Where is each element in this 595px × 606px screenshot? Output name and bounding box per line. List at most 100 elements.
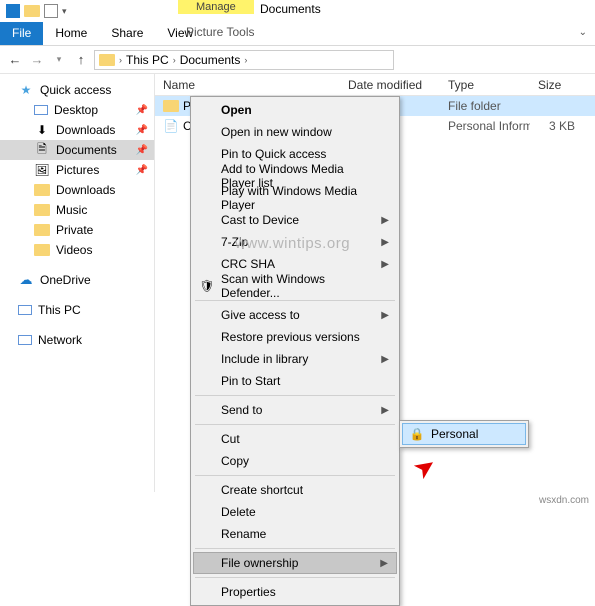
network-icon [18,335,32,345]
folder-icon [34,224,50,236]
ctx-personal[interactable]: 🔒 Personal [402,423,526,445]
back-button[interactable]: ← [6,52,24,67]
chevron-right-icon: ▶ [380,558,388,569]
ctx-cut[interactable]: Cut [193,428,397,450]
pin-icon: 📌 [136,125,148,136]
sidebar-item-private[interactable]: Private [0,220,154,240]
separator [195,548,395,549]
sidebar-item-videos[interactable]: Videos [0,240,154,260]
sidebar-item-quick-access[interactable]: ★ Quick access [0,80,154,100]
chevron-right-icon: ▶ [381,405,389,416]
sidebar-item-pictures[interactable]: 🖼 Pictures 📌 [0,160,154,180]
app-icon [6,4,20,18]
cloud-icon: ☁ [18,273,34,287]
ctx-properties[interactable]: Properties [193,581,397,603]
ctx-file-ownership[interactable]: File ownership▶ [193,552,397,574]
desktop-icon [34,105,48,115]
qat-dropdown-icon[interactable]: ▾ [62,6,67,17]
tab-share[interactable]: Share [99,22,155,45]
ctx-rename[interactable]: Rename [193,523,397,545]
sidebar-item-label: Documents [56,143,117,157]
ctx-delete[interactable]: Delete [193,501,397,523]
address-bar: ← → ▾ ↑ › This PC › Documents › [0,46,595,74]
lock-icon: 🔒 [409,427,425,441]
sidebar-item-label: Private [56,223,93,237]
chevron-right-icon: ▶ [381,259,389,270]
pin-icon: 📌 [136,145,148,156]
sidebar-item-network[interactable]: Network [0,330,154,350]
sidebar-item-label: This PC [38,303,81,317]
chevron-right-icon[interactable]: › [173,55,176,65]
download-icon: ⬇ [34,123,50,137]
file-type: File folder [440,99,530,113]
folder-icon [163,100,179,112]
sidebar-item-label: Downloads [56,183,115,197]
breadcrumb[interactable]: › This PC › Documents › [94,50,394,70]
ctx-create-shortcut[interactable]: Create shortcut [193,479,397,501]
window-title: Documents [260,2,321,16]
ctx-pin-start[interactable]: Pin to Start [193,370,397,392]
sidebar-item-label: Downloads [56,123,115,137]
column-size[interactable]: Size [530,78,595,92]
chevron-right-icon[interactable]: › [244,55,247,65]
chevron-right-icon: ▶ [381,237,389,248]
forward-button[interactable]: → [28,52,46,67]
pin-icon: 📌 [136,105,148,116]
separator [195,395,395,396]
breadcrumb-documents[interactable]: Documents [180,53,241,67]
folder-icon [99,54,115,66]
column-name[interactable]: Name [155,78,340,92]
recent-dropdown-icon[interactable]: ▾ [50,54,68,65]
ctx-give-access[interactable]: Give access to▶ [193,304,397,326]
sidebar-item-label: Network [38,333,82,347]
up-button[interactable]: ↑ [72,52,90,67]
ctx-scan-defender[interactable]: 🛡Scan with Windows Defender... [193,275,397,297]
sidebar-item-label: OneDrive [40,273,91,287]
context-submenu: 🔒 Personal [399,420,529,448]
separator [195,424,395,425]
navigation-pane: ★ Quick access Desktop 📌 ⬇ Downloads 📌 🗎… [0,74,155,492]
cert-icon: 📄 [163,119,179,133]
folder-icon [34,204,50,216]
footer-brand: wsxdn.com [539,495,589,506]
sidebar-item-music[interactable]: Music [0,200,154,220]
chevron-right-icon: ▶ [381,354,389,365]
ribbon-tabs: File Home Share View [0,22,595,46]
file-size: 3 KB [530,119,595,133]
column-date[interactable]: Date modified [340,78,440,92]
tool-tab[interactable]: Picture Tools [178,22,262,42]
ctx-cast-to-device[interactable]: Cast to Device▶ [193,209,397,231]
documents-icon: 🗎 [34,143,50,157]
ctx-include-library[interactable]: Include in library▶ [193,348,397,370]
ctx-restore-versions[interactable]: Restore previous versions [193,326,397,348]
ctx-send-to[interactable]: Send to▶ [193,399,397,421]
breadcrumb-thispc[interactable]: This PC [126,53,169,67]
sidebar-item-thispc[interactable]: This PC [0,300,154,320]
sidebar-item-onedrive[interactable]: ☁ OneDrive [0,270,154,290]
sidebar-item-desktop[interactable]: Desktop 📌 [0,100,154,120]
column-headers: Name Date modified Type Size [155,74,595,96]
pc-icon [18,305,32,315]
chevron-right-icon[interactable]: › [119,55,122,65]
separator [195,300,395,301]
sidebar-item-label: Quick access [40,83,111,97]
separator [195,475,395,476]
ctx-open-new-window[interactable]: Open in new window [193,121,397,143]
tool-tab-group: Manage [178,0,254,14]
ribbon-chevron-icon[interactable]: ⌄ [579,27,587,38]
column-type[interactable]: Type [440,78,530,92]
tab-home[interactable]: Home [43,22,99,45]
sidebar-item-documents[interactable]: 🗎 Documents 📌 [0,140,154,160]
tab-file[interactable]: File [0,22,43,45]
context-menu: Open Open in new window Pin to Quick acc… [190,96,400,606]
separator [195,577,395,578]
ctx-7zip[interactable]: 7-Zip▶ [193,231,397,253]
sidebar-item-downloads[interactable]: ⬇ Downloads 📌 [0,120,154,140]
ctx-play-wmp[interactable]: Play with Windows Media Player [193,187,397,209]
properties-icon[interactable] [44,4,58,18]
chevron-right-icon: ▶ [381,310,389,321]
sidebar-item-downloads-2[interactable]: Downloads [0,180,154,200]
ctx-copy[interactable]: Copy [193,450,397,472]
sidebar-item-label: Videos [56,243,92,257]
ctx-open[interactable]: Open [193,99,397,121]
